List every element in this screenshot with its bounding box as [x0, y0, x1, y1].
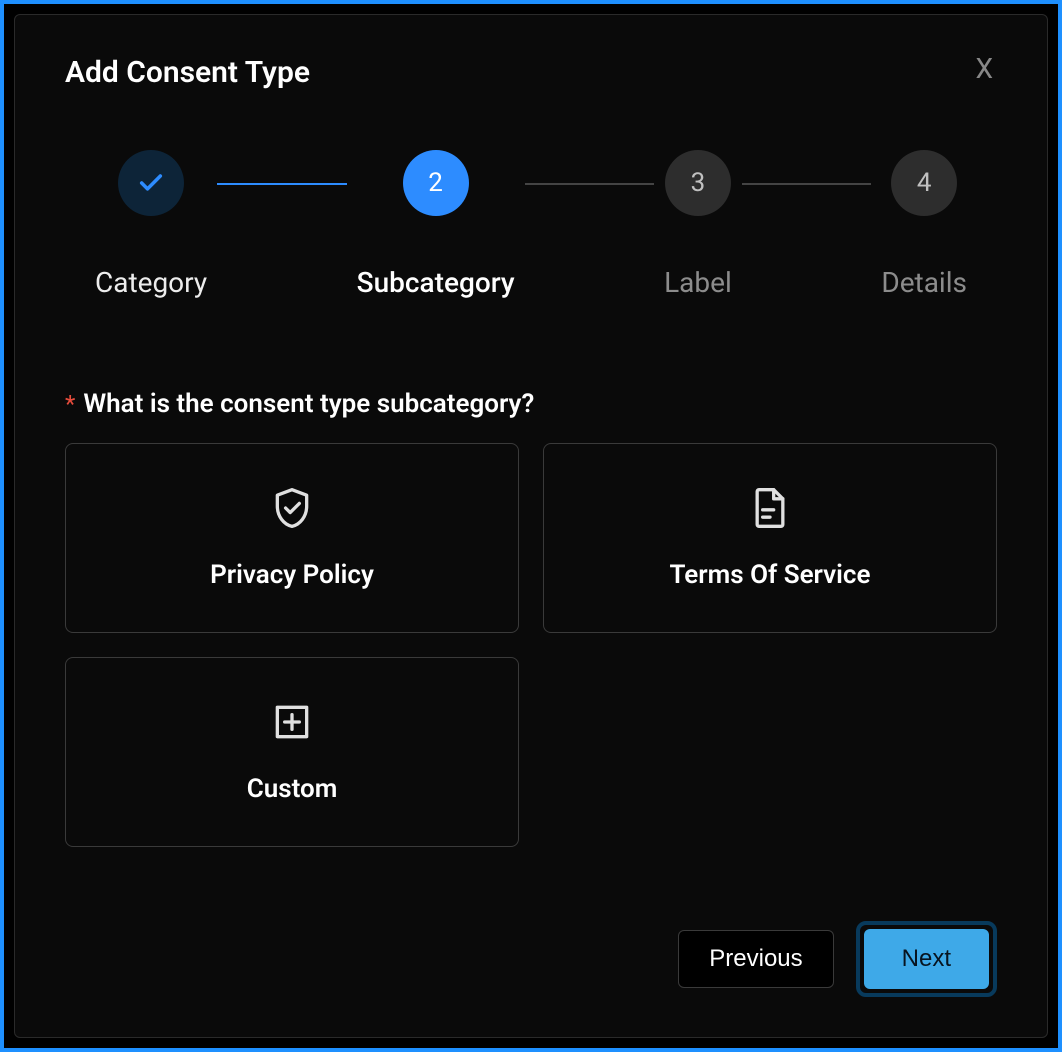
modal-header: Add Consent Type X: [65, 55, 997, 90]
option-custom[interactable]: Custom: [65, 657, 519, 847]
option-label: Custom: [247, 774, 338, 804]
next-button-focus-ring: Next: [856, 921, 997, 997]
step-indicator-pending: 3: [665, 150, 731, 216]
add-consent-type-modal: Add Consent Type X Category 2 Subcategor…: [14, 14, 1048, 1038]
stepper-connector: [742, 183, 872, 185]
required-indicator: *: [65, 390, 75, 418]
step-indicator-active: 2: [403, 150, 469, 216]
question-text: What is the consent type subcategory?: [83, 389, 534, 419]
stepper-connector: [525, 183, 655, 185]
stepper-connector: [217, 183, 347, 185]
document-icon: [748, 486, 792, 530]
window-frame: Add Consent Type X Category 2 Subcategor…: [0, 0, 1062, 1052]
step-label: Category: [95, 266, 207, 299]
step-indicator-pending: 4: [891, 150, 957, 216]
modal-footer: Previous Next: [65, 921, 997, 997]
plus-square-icon: [270, 700, 314, 744]
stepper: Category 2 Subcategory 3 Label 4 Details: [65, 150, 997, 299]
subcategory-options: Privacy Policy Terms Of Service: [65, 443, 997, 847]
previous-button[interactable]: Previous: [678, 930, 833, 988]
option-privacy-policy[interactable]: Privacy Policy: [65, 443, 519, 633]
step-indicator-completed: [118, 150, 184, 216]
option-label: Privacy Policy: [210, 560, 374, 590]
option-terms-of-service[interactable]: Terms Of Service: [543, 443, 997, 633]
step-label: Subcategory: [357, 266, 515, 299]
step-subcategory[interactable]: 2 Subcategory: [357, 150, 515, 299]
step-label: Label: [664, 266, 732, 299]
step-details: 4 Details: [881, 150, 967, 299]
step-category[interactable]: Category: [95, 150, 207, 299]
close-icon[interactable]: X: [971, 55, 997, 83]
question: * What is the consent type subcategory?: [65, 389, 997, 419]
shield-check-icon: [270, 486, 314, 530]
option-label: Terms Of Service: [670, 560, 871, 590]
step-label: Details: [881, 266, 967, 299]
modal-title: Add Consent Type: [65, 55, 310, 90]
step-label-step: 3 Label: [664, 150, 732, 299]
next-button[interactable]: Next: [864, 929, 989, 989]
check-icon: [137, 169, 165, 197]
